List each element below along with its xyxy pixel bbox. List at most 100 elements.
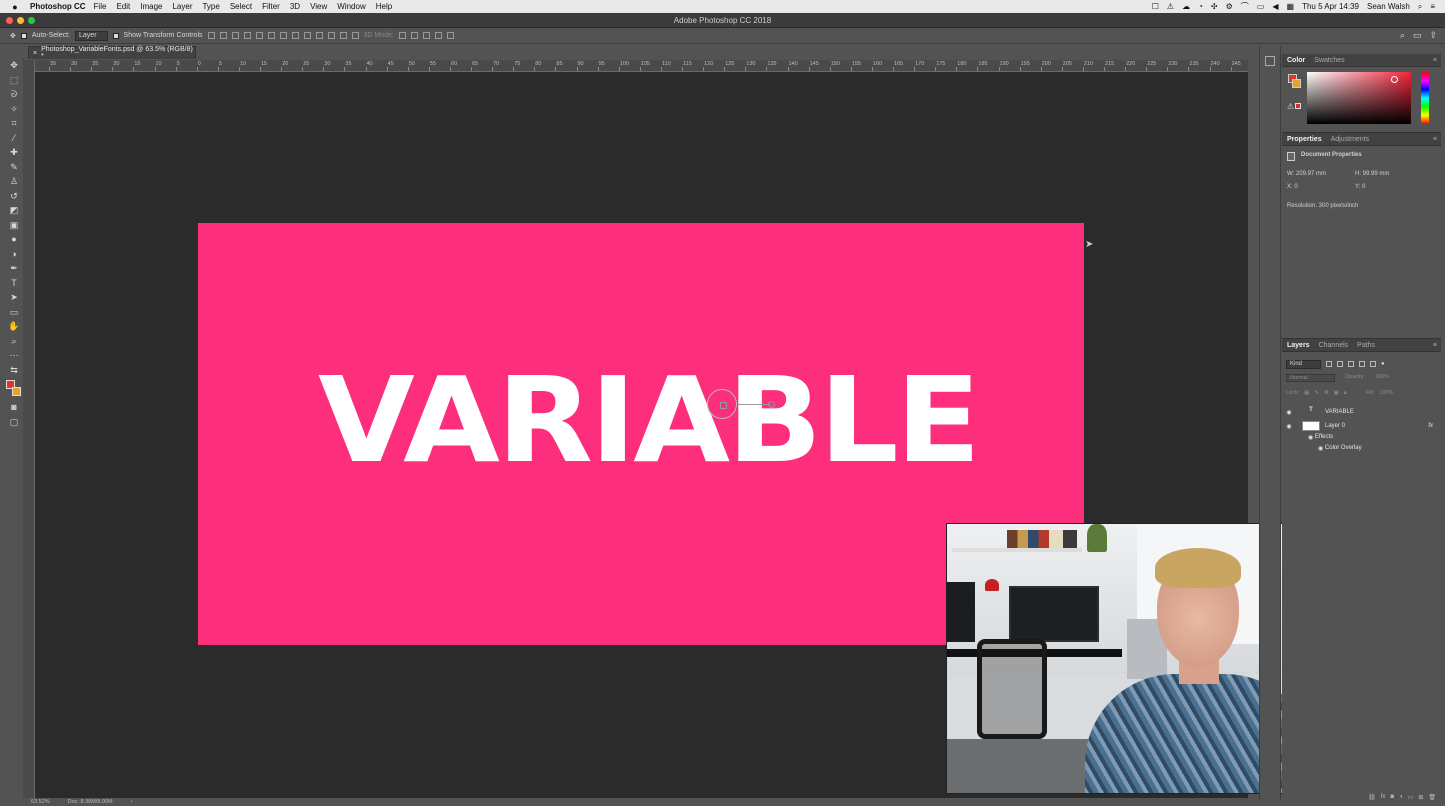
tab-layers[interactable]: Layers [1287, 342, 1310, 349]
color-picker-handle[interactable] [1391, 76, 1398, 83]
distribute-right-icon[interactable] [339, 32, 347, 39]
align-bottom-icon[interactable] [231, 32, 239, 39]
menu-edit[interactable]: Edit [116, 2, 130, 11]
menu-3d[interactable]: 3D [290, 2, 300, 11]
3d-orbit-icon[interactable] [398, 32, 406, 39]
3d-pan-icon[interactable] [422, 32, 430, 39]
color-background-swatch[interactable] [1292, 79, 1301, 88]
add-mask-icon[interactable]: ◙ [1390, 794, 1394, 802]
crop-tool-icon[interactable]: ⌗ [4, 116, 24, 131]
fill-value[interactable]: 100% [1379, 390, 1393, 397]
distribute-top-icon[interactable] [279, 32, 287, 39]
lock-paint-icon[interactable]: ✎ [1314, 390, 1319, 397]
distribute-left-icon[interactable] [315, 32, 323, 39]
layer-name[interactable]: Layer 0 [1325, 423, 1345, 429]
time-machine-icon[interactable]: ◔ [1198, 2, 1203, 11]
warning-icon[interactable]: ⚠ [1167, 2, 1174, 11]
tab-paths[interactable]: Paths [1357, 342, 1375, 349]
stamp-tool-icon[interactable]: ♙ [4, 174, 24, 189]
new-group-icon[interactable]: ▭ [1408, 794, 1414, 802]
move-tool-icon[interactable]: ✥ [4, 58, 24, 73]
filter-adjustment-icon[interactable] [1337, 361, 1344, 367]
x-field[interactable]: X: 0 [1287, 184, 1349, 190]
zoom-tool-icon[interactable]: ⌕ [4, 334, 24, 349]
lock-artboard-icon[interactable]: ▣ [1334, 390, 1339, 397]
screen-mode-icon[interactable]: ▢ [4, 415, 24, 430]
tab-adjustments[interactable]: Adjustments [1331, 136, 1370, 143]
move-icon[interactable]: ✥ [10, 32, 16, 40]
lasso-tool-icon[interactable]: ᘐ [4, 87, 24, 102]
default-colors-icon[interactable]: ⇆ [4, 363, 24, 378]
menu-window[interactable]: Window [337, 2, 365, 11]
brush-tool-icon[interactable]: ✎ [4, 160, 24, 175]
reference-point-icon[interactable] [707, 389, 737, 419]
menu-view[interactable]: View [310, 2, 327, 11]
width-field[interactable]: W: 209.97 mm [1287, 171, 1349, 177]
align-left-icon[interactable] [243, 32, 251, 39]
fx-icon[interactable]: fx [1428, 423, 1433, 429]
3d-scale-icon[interactable] [446, 32, 454, 39]
properties-menu-icon[interactable]: ≡ [1433, 136, 1437, 143]
menu-type[interactable]: Type [202, 2, 219, 11]
settings-icon[interactable]: ⚙ [1226, 2, 1233, 11]
distribute-hcenter-icon[interactable] [327, 32, 335, 39]
dodge-tool-icon[interactable]: ◑ [4, 247, 24, 262]
menu-help[interactable]: Help [376, 2, 392, 11]
hue-slider[interactable] [1421, 72, 1429, 124]
filter-shape-icon[interactable] [1359, 361, 1366, 367]
transform-handle[interactable] [768, 401, 775, 408]
pen-tool-icon[interactable]: ✒ [4, 261, 24, 276]
healing-brush-icon[interactable]: ✚ [4, 145, 24, 160]
layer-name[interactable]: VARIABLE [1325, 409, 1354, 415]
filter-pixel-icon[interactable] [1326, 361, 1333, 367]
eyedropper-icon[interactable]: ⁄ [4, 131, 24, 146]
menu-app-name[interactable]: Photoshop CC [30, 2, 86, 11]
delete-layer-icon[interactable]: 🗑︎ [1428, 794, 1436, 802]
effects-eye-icon[interactable]: ◉ [1308, 434, 1315, 441]
3d-slide-icon[interactable] [434, 32, 442, 39]
filter-smart-object-icon[interactable] [1370, 361, 1377, 367]
user-name[interactable]: Sean Walsh [1367, 2, 1410, 11]
volume-icon[interactable]: ◀ [1272, 2, 1278, 11]
tab-color[interactable]: Color [1287, 57, 1305, 64]
clock[interactable]: Thu 5 Apr 14:39 [1302, 2, 1359, 11]
color-spectrum[interactable] [1307, 72, 1411, 124]
color-overlay-eye-icon[interactable]: ◉ [1318, 445, 1325, 452]
layer-row-variable[interactable]: ◉ T VARIABLE [1282, 405, 1441, 419]
flag-icon[interactable]: ▦ [1287, 2, 1295, 11]
quick-mask-icon[interactable]: ◙ [4, 400, 24, 415]
history-panel-icon[interactable] [1265, 56, 1275, 66]
tab-properties[interactable]: Properties [1287, 136, 1322, 143]
align-hcenter-icon[interactable] [255, 32, 263, 39]
gamut-swatch[interactable] [1295, 103, 1301, 109]
cloud-icon[interactable]: ☁ [1182, 2, 1190, 11]
tab-swatches[interactable]: Swatches [1314, 57, 1344, 64]
tab-channels[interactable]: Channels [1319, 342, 1349, 349]
new-layer-icon[interactable]: ⊞ [1418, 794, 1423, 802]
bluetooth-icon[interactable]: ✣ [1211, 2, 1218, 11]
height-field[interactable]: H: 99.99 mm [1355, 171, 1389, 177]
search-icon[interactable]: ⌕ [1400, 30, 1405, 41]
align-top-icon[interactable] [207, 32, 215, 39]
close-tab-icon[interactable]: × [33, 50, 37, 57]
auto-align-icon[interactable] [351, 32, 359, 39]
menu-layer[interactable]: Layer [172, 2, 192, 11]
y-field[interactable]: Y: 0 [1355, 184, 1365, 190]
workspace-icon[interactable]: ▭ [1413, 30, 1422, 41]
magic-wand-icon[interactable]: ✧ [4, 102, 24, 117]
blur-tool-icon[interactable]: ● [4, 232, 24, 247]
filter-toggle-icon[interactable]: ● [1381, 361, 1385, 367]
variable-text-layer[interactable]: VARIABLE [318, 361, 981, 479]
gradient-tool-icon[interactable]: ▣ [4, 218, 24, 233]
distribute-vcenter-icon[interactable] [291, 32, 299, 39]
opacity-value[interactable]: 100% [1375, 374, 1389, 382]
path-select-icon[interactable]: ➤ [4, 290, 24, 305]
layers-menu-icon[interactable]: ≡ [1433, 342, 1437, 349]
panel-menu-icon[interactable]: ≡ [1433, 57, 1437, 64]
menu-file[interactable]: File [94, 2, 107, 11]
document-tab[interactable]: × Photoshop_VariableFonts.psd @ 63.5% (R… [28, 46, 196, 60]
color-overlay-row[interactable]: ◉ Color Overlay [1282, 441, 1441, 455]
3d-roll-icon[interactable] [410, 32, 418, 39]
auto-select-dropdown[interactable]: Layer [75, 30, 108, 41]
share-icon[interactable]: ⇪ [1429, 30, 1437, 41]
